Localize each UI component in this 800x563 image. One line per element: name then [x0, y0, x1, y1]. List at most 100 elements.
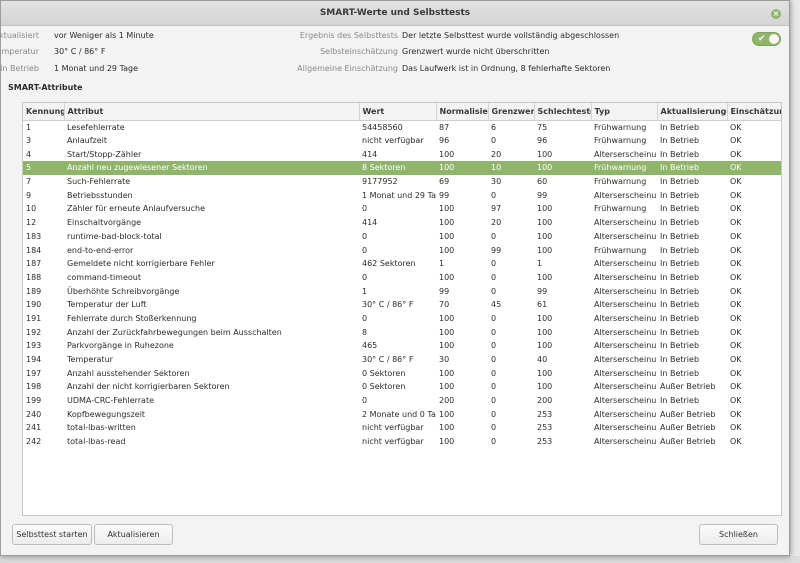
cell-type: Frühwarnung: [591, 161, 657, 175]
cell-id: 199: [26, 396, 42, 406]
column-header-normalized[interactable]: Normalisiert: [436, 103, 489, 121]
cell-normalized: 100: [439, 313, 455, 323]
table-row[interactable]: 12 Einschaltvorgänge 414 100 20 100 Altersersc…: [23, 216, 781, 230]
cell-type: Alterserscheinung: [594, 423, 657, 433]
table-row[interactable]: 184 end-to-end-error 0 100 99 100 Frühwarnung I…: [23, 243, 781, 257]
cell-worst: 100: [537, 382, 553, 392]
titlebar: SMART-Werte und Selbsttests ×: [1, 1, 789, 26]
column-header-attribute[interactable]: Attribut: [64, 103, 360, 121]
start-selftest-button[interactable]: Selbsttest starten: [12, 524, 92, 545]
table-row[interactable]: 192 Anzahl der Zurückfahrbewegungen beim …: [23, 325, 781, 339]
column-header-worst[interactable]: Schlechtester: [534, 103, 592, 121]
table-row[interactable]: 4 Start/Stopp-Zähler 414 100 20 100 Altersersc…: [23, 147, 781, 161]
table-row[interactable]: 187 Gemeldete nicht korrigierbare Fehler 4…: [23, 257, 781, 271]
table-row[interactable]: 199 UDMA-CRC-Fehlerrate 0 200 0 200 Altersersc…: [23, 394, 781, 408]
cell-type: Alterserscheinung: [594, 272, 657, 282]
cell-updates: In Betrieb: [660, 136, 700, 146]
table-row[interactable]: 183 runtime-bad-block-total 0 100 0 100 Alters…: [23, 230, 781, 244]
cell-threshold: 30: [491, 177, 502, 187]
cell-worst: 253: [537, 423, 553, 433]
cell-value: 0 Sektoren: [362, 368, 406, 378]
cell-assessment: OK: [730, 368, 742, 378]
cell-threshold: 0: [491, 409, 497, 419]
overall-assessment-value: Das Laufwerk ist in Ordnung, 8 fehlerhaf…: [402, 64, 611, 73]
table-row[interactable]: 7 Such-Fehlerrate 9177952 69 30 60 Frühwarnung…: [23, 175, 781, 189]
table-row[interactable]: 9Betriebsstunden1 Monat und 29 Tage99099…: [23, 188, 781, 202]
poweron-label: In Betrieb: [0, 64, 39, 73]
table-row[interactable]: 193 Parkvorgänge in Ruhezone 465 100 0 100 Alt…: [23, 339, 781, 353]
table-row[interactable]: 241 total-lbas-written nicht verfügbar 100 0…: [23, 421, 781, 435]
cell-updates: In Betrieb: [660, 272, 700, 282]
cell-value: 0: [362, 396, 368, 406]
smart-attributes-table[interactable]: Kennung Attribut Wert Normalisiert Grenz…: [22, 102, 782, 516]
cell-value: 30° C / 86° F: [362, 300, 414, 310]
cell-id: 183: [26, 231, 42, 241]
table-row[interactable]: 1 Lesefehlerrate 54458560 87 6 75 Frühwarnung I…: [23, 120, 781, 134]
cell-type: Alterserscheinung: [594, 327, 657, 337]
cell-attribute: runtime-bad-block-total: [67, 231, 162, 241]
info-panel: Aktualisiert vor Weniger als 1 Minute Te…: [0, 31, 791, 81]
cell-attribute: total-lbas-written: [67, 423, 136, 433]
cell-normalized: 100: [439, 327, 455, 337]
refresh-button[interactable]: Aktualisieren: [94, 524, 173, 545]
table-row[interactable]: 10 Zähler für erneute Anlaufversuche 0 100 9…: [23, 202, 781, 216]
column-header-type[interactable]: Typ: [591, 103, 658, 121]
toggle-knob: [769, 34, 779, 44]
table-row[interactable]: 188 command-timeout 0 100 0 100 Alterserschein…: [23, 271, 781, 285]
column-header-updates[interactable]: Aktualisierungen: [657, 103, 728, 121]
smart-enable-toggle[interactable]: ✔: [752, 32, 781, 46]
selfassessment-value: Grenzwert wurde nicht überschritten: [402, 47, 550, 56]
cell-normalized: 96: [439, 136, 450, 146]
cell-updates: In Betrieb: [657, 161, 727, 175]
cell-updates: In Betrieb: [660, 327, 700, 337]
cell-attribute: Überhöhte Schreibvorgänge: [67, 286, 180, 296]
cell-id: 190: [26, 300, 42, 310]
table-row[interactable]: 5 Anzahl neu zugewiesener Sektoren 8 Sekto…: [23, 161, 781, 175]
selfassessment-label: Selbsteinschätzung: [320, 47, 398, 56]
cell-value: nicht verfügbar: [362, 423, 424, 433]
table-row[interactable]: 189 Überhöhte Schreibvorgänge 1 99 0 99 Alters…: [23, 284, 781, 298]
cell-updates: In Betrieb: [660, 218, 700, 228]
cell-worst: 100: [537, 313, 553, 323]
cell-assessment: OK: [730, 272, 742, 282]
cell-attribute: Einschaltvorgänge: [67, 218, 142, 228]
table-row[interactable]: 191 Fehlerrate durch Stoßerkennung 0 100 0 10…: [23, 312, 781, 326]
cell-attribute: Fehlerrate durch Stoßerkennung: [67, 313, 197, 323]
window-title: SMART-Werte und Selbsttests: [319, 8, 471, 18]
cell-type: Alterserscheinung: [594, 300, 657, 310]
column-header-assessment[interactable]: Einschätzung: [727, 103, 781, 121]
cell-value: 1: [362, 286, 368, 296]
cell-updates: In Betrieb: [660, 313, 700, 323]
table-row[interactable]: 198 Anzahl der nicht korrigierbaren Sekto…: [23, 380, 781, 394]
cell-normalized: 100: [439, 231, 455, 241]
cell-normalized: 30: [439, 355, 450, 365]
table-row[interactable]: 197 Anzahl ausstehender Sektoren 0 Sektore…: [23, 366, 781, 380]
cell-id: 187: [26, 259, 42, 269]
cell-worst: 100: [537, 149, 553, 159]
cell-updates: In Betrieb: [660, 122, 700, 132]
table-row[interactable]: 3 Anlaufzeit nicht verfügbar 96 0 96 Frühwarnu…: [23, 134, 781, 148]
cell-type: Alterserscheinung: [594, 218, 657, 228]
cell-type: Alterserscheinung: [594, 313, 657, 323]
cell-value: 462 Sektoren: [362, 259, 416, 269]
cell-worst: 253: [537, 409, 553, 419]
table-row[interactable]: 190 Temperatur der Luft 30° C / 86° F 70 45 6…: [23, 298, 781, 312]
cell-id: 189: [26, 286, 42, 296]
column-header-value[interactable]: Wert: [359, 103, 437, 121]
cell-assessment: OK: [730, 355, 742, 365]
column-header-threshold[interactable]: Grenzwert: [488, 103, 535, 121]
temperature-value: 30° C / 86° F: [54, 47, 106, 56]
cell-id: 7: [26, 177, 32, 187]
table-row[interactable]: 194 Temperatur 30° C / 86° F 30 0 40 Altersers…: [23, 353, 781, 367]
table-row[interactable]: 240 Kopfbewegungszeit 2 Monate und 0 Tage1…: [23, 407, 781, 421]
column-header-id[interactable]: Kennung: [23, 103, 65, 121]
close-button[interactable]: Schließen: [699, 524, 778, 545]
cell-type: Alterserscheinung: [594, 259, 657, 269]
cell-attribute: Anzahl neu zugewiesener Sektoren: [64, 161, 359, 175]
cell-value: 465: [362, 341, 378, 351]
cell-worst: 60: [537, 177, 548, 187]
cell-assessment: OK: [730, 149, 742, 159]
cell-worst: 253: [537, 437, 553, 447]
close-window-button[interactable]: ×: [771, 9, 781, 19]
table-row[interactable]: 242 total-lbas-read nicht verfügbar 100 0 253…: [23, 435, 781, 449]
